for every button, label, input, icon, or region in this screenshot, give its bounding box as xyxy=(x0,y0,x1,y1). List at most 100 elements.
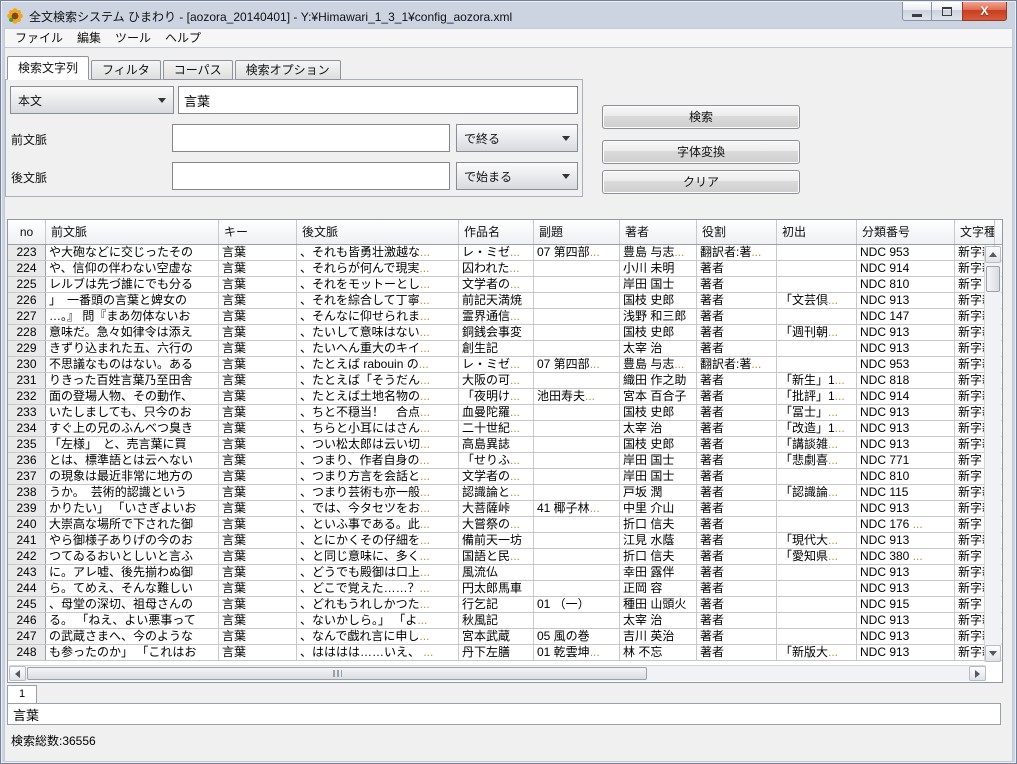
table-cell[interactable]: 著者 xyxy=(697,565,777,580)
table-cell[interactable]: 246 xyxy=(8,613,46,628)
table-cell[interactable]: 237 xyxy=(8,469,46,484)
scroll-up-button[interactable] xyxy=(985,246,1001,263)
table-cell[interactable]: 「改造」1... xyxy=(777,421,857,436)
table-row[interactable]: 241やら御様子ありげの今のお言葉、とにかくその仔細を...備前天一坊江見 水蔭… xyxy=(8,533,1002,549)
table-cell[interactable]: 種田 山頭火 xyxy=(620,597,697,612)
table-row[interactable]: 233いたしましても、只今のお言葉、ちと不穏当！ 合点...血曼陀羅...国枝 … xyxy=(8,405,1002,421)
table-cell[interactable]: 著者 xyxy=(697,437,777,452)
table-cell[interactable]: 翻訳者:著... xyxy=(697,245,777,260)
table-cell[interactable]: 230 xyxy=(8,357,46,372)
post-context-input[interactable] xyxy=(172,162,450,190)
table-cell[interactable]: 著者 xyxy=(697,341,777,356)
table-cell[interactable]: NDC 913 xyxy=(857,325,955,340)
table-header-cell[interactable]: 文字種 xyxy=(955,220,995,244)
table-cell[interactable]: レ・ミゼ... xyxy=(459,245,534,260)
table-cell[interactable]: NDC 147 xyxy=(857,309,955,324)
table-cell[interactable]: 223 xyxy=(8,245,46,260)
table-cell[interactable]: の現象は最近非常に地方の xyxy=(46,469,219,484)
table-cell[interactable]: 言葉 xyxy=(219,597,297,612)
table-cell[interactable]: 戸坂 潤 xyxy=(620,485,697,500)
table-cell[interactable]: 国語と民... xyxy=(459,549,534,564)
table-cell[interactable] xyxy=(534,277,620,292)
table-cell[interactable]: 247 xyxy=(8,629,46,644)
table-cell[interactable]: 「左様」 と、売言葉に買 xyxy=(46,437,219,452)
table-cell[interactable]: 言葉 xyxy=(219,309,297,324)
table-cell[interactable]: 言葉 xyxy=(219,357,297,372)
table-cell[interactable]: 著者 xyxy=(697,309,777,324)
table-cell[interactable] xyxy=(534,613,620,628)
table-cell[interactable] xyxy=(534,325,620,340)
table-cell[interactable]: 著者 xyxy=(697,389,777,404)
post-context-mode-select[interactable]: で始まる xyxy=(456,162,578,190)
table-cell[interactable]: 国枝 史郎 xyxy=(620,293,697,308)
result-page-tab[interactable]: 1 xyxy=(7,685,37,704)
table-cell[interactable]: 宮本 百合子 xyxy=(620,389,697,404)
table-cell[interactable]: 、どれもうれしかつた... xyxy=(297,597,459,612)
tab-corpus[interactable]: コーパス xyxy=(163,60,233,80)
table-cell[interactable]: NDC 913 xyxy=(857,501,955,516)
table-cell[interactable]: 242 xyxy=(8,549,46,564)
table-header-cell[interactable]: 作品名 xyxy=(459,220,534,244)
table-row[interactable]: 235「左様」 と、売言葉に買言葉、つい松太郎は云い切...高島異誌国枝 史郎著… xyxy=(8,437,1002,453)
scroll-left-button[interactable] xyxy=(9,666,26,681)
table-cell[interactable]: 245 xyxy=(8,597,46,612)
table-cell[interactable]: 「悲劇喜... xyxy=(777,453,857,468)
table-cell[interactable]: 備前天一坊 xyxy=(459,533,534,548)
table-cell[interactable]: 言葉 xyxy=(219,517,297,532)
search-target-select[interactable]: 本文 xyxy=(10,86,174,114)
table-cell[interactable]: りきった百姓言葉乃至田舎 xyxy=(46,373,219,388)
table-cell[interactable]: 240 xyxy=(8,517,46,532)
table-cell[interactable]: 「新版大... xyxy=(777,645,857,660)
table-cell[interactable]: NDC 380 ... xyxy=(857,549,955,564)
table-cell[interactable]: 言葉 xyxy=(219,549,297,564)
table-cell[interactable]: 著者 xyxy=(697,421,777,436)
restore-button[interactable] xyxy=(932,2,962,21)
table-cell[interactable]: 丹下左膳 xyxy=(459,645,534,660)
table-row[interactable]: 243に。アレ嘘、後先揃わぬ御言葉、どうでも殿御は口上...風流仏幸田 露伴著者… xyxy=(8,565,1002,581)
clear-button[interactable]: クリア xyxy=(602,170,800,194)
table-cell[interactable]: 豊島 与志... xyxy=(620,357,697,372)
table-header-cell[interactable]: 分類番号 xyxy=(857,220,955,244)
table-cell[interactable]: 著者 xyxy=(697,405,777,420)
table-cell[interactable] xyxy=(777,517,857,532)
table-header-cell[interactable]: 著者 xyxy=(620,220,697,244)
table-cell[interactable]: 「講談雑... xyxy=(777,437,857,452)
table-cell[interactable] xyxy=(777,565,857,580)
table-cell[interactable] xyxy=(777,309,857,324)
table-cell[interactable]: 翻訳者:著... xyxy=(697,357,777,372)
table-cell[interactable] xyxy=(534,517,620,532)
table-cell[interactable] xyxy=(777,245,857,260)
table-cell[interactable]: 豊島 与志... xyxy=(620,245,697,260)
table-cell[interactable] xyxy=(534,485,620,500)
table-cell[interactable]: 岸田 国士 xyxy=(620,453,697,468)
table-cell[interactable] xyxy=(534,341,620,356)
table-cell[interactable]: NDC 913 xyxy=(857,629,955,644)
table-cell[interactable]: 言葉 xyxy=(219,405,297,420)
table-cell[interactable]: 太宰 治 xyxy=(620,613,697,628)
table-cell[interactable]: 著者 xyxy=(697,629,777,644)
table-cell[interactable]: NDC 176 ... xyxy=(857,517,955,532)
table-row[interactable]: 229きずり込まれた五、六行の言葉、たいへん重大のキイ...創生記太宰 治著者N… xyxy=(8,341,1002,357)
table-cell[interactable]: 大阪の可... xyxy=(459,373,534,388)
table-cell[interactable]: 中里 介山 xyxy=(620,501,697,516)
table-cell[interactable]: 囚われた... xyxy=(459,261,534,276)
table-cell[interactable]: 意味だ。急々如律令は添え xyxy=(46,325,219,340)
table-cell[interactable]: 折口 信夫 xyxy=(620,517,697,532)
table-cell[interactable]: 言葉 xyxy=(219,421,297,436)
table-row[interactable]: 228意味だ。急々如律令は添え言葉、たいして意味はない...銅銭会事変国枝 史郎… xyxy=(8,325,1002,341)
table-cell[interactable] xyxy=(534,373,620,388)
table-row[interactable]: 232面の登場人物、その動作、言葉、たとえば土地名物の...「夜明け...池田寿… xyxy=(8,389,1002,405)
menu-tools[interactable]: ツール xyxy=(108,29,158,47)
table-cell[interactable] xyxy=(777,357,857,372)
table-cell[interactable]: NDC 913 xyxy=(857,341,955,356)
table-cell[interactable]: 言葉 xyxy=(219,629,297,644)
table-cell[interactable]: 233 xyxy=(8,405,46,420)
table-cell[interactable]: 01 （一） xyxy=(534,597,620,612)
table-cell[interactable]: 244 xyxy=(8,581,46,596)
table-header-cell[interactable]: 初出 xyxy=(777,220,857,244)
table-cell[interactable]: 幸田 露伴 xyxy=(620,565,697,580)
table-cell[interactable]: 224 xyxy=(8,261,46,276)
table-cell[interactable]: 、と同じ意味に、多く... xyxy=(297,549,459,564)
table-cell[interactable]: NDC 818 xyxy=(857,373,955,388)
vertical-scroll-thumb[interactable] xyxy=(986,266,1000,292)
